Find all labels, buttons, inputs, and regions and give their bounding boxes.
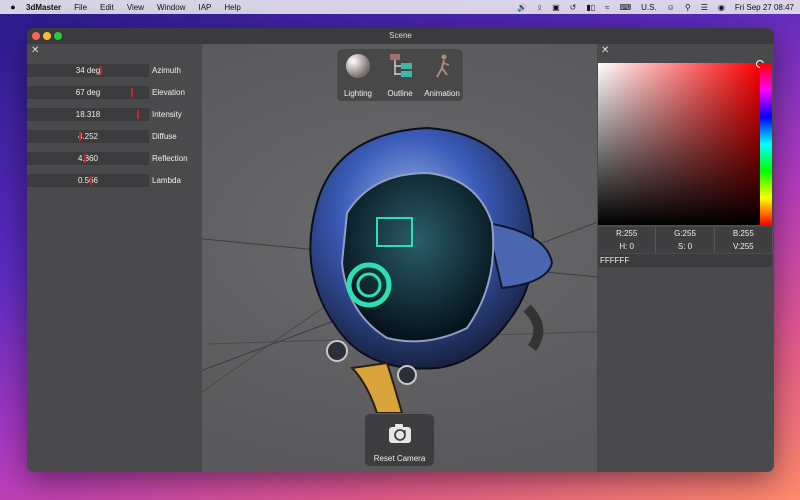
time-machine-icon[interactable]: ↺: [570, 3, 577, 12]
outline-label: Outline: [387, 89, 413, 98]
hue-value[interactable]: H: 0: [598, 240, 657, 253]
outline-button[interactable]: Outline: [380, 53, 420, 99]
siri-icon[interactable]: ◉: [718, 3, 725, 12]
sphere-icon: [345, 53, 371, 79]
intensity-label: Intensity: [152, 110, 182, 119]
diffuse-label: Diffuse: [152, 132, 177, 141]
reflection-label: Reflection: [152, 154, 188, 163]
lambda-field[interactable]: 0.566: [27, 174, 149, 187]
saturation-value[interactable]: S: 0: [656, 240, 715, 253]
hex-color-field[interactable]: FFFFFF: [598, 254, 772, 267]
apple-menu-icon[interactable]: ●: [0, 2, 26, 12]
azimuth-value: 34 deg: [75, 66, 101, 75]
running-figure-icon: [429, 53, 455, 79]
menu-help[interactable]: Help: [224, 3, 240, 12]
display-icon[interactable]: ▣: [552, 3, 560, 12]
lambda-value: 0.566: [77, 176, 99, 185]
green-value[interactable]: G:255: [656, 227, 715, 240]
red-value[interactable]: R:255: [598, 227, 657, 240]
close-icon[interactable]: ✕: [31, 45, 39, 56]
input-source[interactable]: U.S.: [641, 3, 657, 12]
param-row-elevation[interactable]: 67 deg Elevation: [27, 86, 202, 99]
menu-bar: ● 3dMaster File Edit View Window IAP Hel…: [0, 0, 800, 14]
hierarchy-icon: [387, 53, 413, 79]
close-icon[interactable]: ✕: [601, 45, 609, 56]
hue-slider[interactable]: [760, 63, 772, 225]
window-close-button[interactable]: [32, 32, 40, 40]
reflection-marker: [84, 154, 86, 163]
status-area: 🔊 ᛟ ▣ ↺ ▮▯ ≈ ⌨ U.S. ☺ ⚲ ☰ ◉ Fri Sep 27 0…: [517, 0, 794, 14]
window-zoom-button[interactable]: [54, 32, 62, 40]
user-icon[interactable]: ☺: [667, 3, 675, 12]
azimuth-marker: [100, 66, 102, 75]
intensity-field[interactable]: 18.318: [27, 108, 149, 121]
brightness-value[interactable]: V:255: [714, 240, 773, 253]
keyboard-icon[interactable]: ⌨: [620, 3, 632, 12]
elevation-value: 67 deg: [75, 88, 101, 97]
reflection-field[interactable]: 4.860: [27, 152, 149, 165]
menu-file[interactable]: File: [74, 3, 87, 12]
azimuth-label: Azimuth: [152, 66, 181, 75]
menu-view[interactable]: View: [127, 3, 144, 12]
reflection-value: 4.860: [77, 154, 99, 163]
lambda-label: Lambda: [152, 176, 181, 185]
reset-camera-button[interactable]: Reset Camera: [365, 414, 434, 466]
diffuse-marker: [79, 132, 81, 141]
menu-window[interactable]: Window: [157, 3, 185, 12]
control-center-icon[interactable]: ☰: [701, 3, 708, 12]
param-row-reflection[interactable]: 4.860 Reflection: [27, 152, 202, 165]
elevation-field[interactable]: 67 deg: [27, 86, 149, 99]
diffuse-field[interactable]: 4.252: [27, 130, 149, 143]
lambda-marker: [90, 176, 92, 185]
param-row-diffuse[interactable]: 4.252 Diffuse: [27, 130, 202, 143]
search-icon[interactable]: ⚲: [685, 3, 691, 12]
camera-reset-icon: [389, 424, 411, 443]
bluetooth-icon[interactable]: ᛟ: [537, 3, 542, 12]
volume-icon[interactable]: 🔊: [517, 3, 527, 12]
clock[interactable]: Fri Sep 27 08:47: [735, 3, 794, 12]
wifi-icon[interactable]: ≈: [605, 3, 609, 12]
color-picker-panel: ✕ R:255 G:255 B:255 H: 0 S: 0 V:255 FFFF…: [597, 44, 774, 472]
menu-app[interactable]: 3dMaster: [26, 3, 61, 12]
menu-iap[interactable]: IAP: [198, 3, 211, 12]
lighting-params-panel: ✕ 34 deg Azimuth 67 deg Elevation 18.318…: [27, 44, 202, 472]
animation-label: Animation: [424, 89, 460, 98]
lighting-label: Lighting: [343, 89, 373, 98]
window-minimize-button[interactable]: [43, 32, 51, 40]
param-row-azimuth[interactable]: 34 deg Azimuth: [27, 64, 202, 77]
animation-button[interactable]: Animation: [422, 53, 462, 99]
blue-value[interactable]: B:255: [714, 227, 773, 240]
window-title: Scene: [389, 31, 412, 40]
elevation-marker: [131, 88, 133, 97]
scene-toolbar: Lighting Outline Animation: [337, 49, 463, 101]
intensity-marker: [137, 110, 139, 119]
param-row-intensity[interactable]: 18.318 Intensity: [27, 108, 202, 121]
title-bar: Scene: [27, 28, 774, 44]
intensity-value: 18.318: [75, 110, 101, 119]
azimuth-field[interactable]: 34 deg: [27, 64, 149, 77]
battery-icon[interactable]: ▮▯: [586, 3, 595, 12]
helmet-model[interactable]: [277, 113, 557, 413]
reset-camera-label: Reset Camera: [373, 454, 426, 463]
saturation-value-picker[interactable]: [598, 63, 760, 225]
rgb-values-row: R:255 G:255 B:255: [598, 227, 773, 240]
hsv-values-row: H: 0 S: 0 V:255: [598, 240, 773, 253]
param-row-lambda[interactable]: 0.566 Lambda: [27, 174, 202, 187]
elevation-label: Elevation: [152, 88, 185, 97]
app-window: Scene ✕ 34 deg Azimuth 67 deg Elevation …: [27, 28, 774, 472]
lighting-button[interactable]: Lighting: [338, 53, 378, 99]
menu-edit[interactable]: Edit: [100, 3, 114, 12]
